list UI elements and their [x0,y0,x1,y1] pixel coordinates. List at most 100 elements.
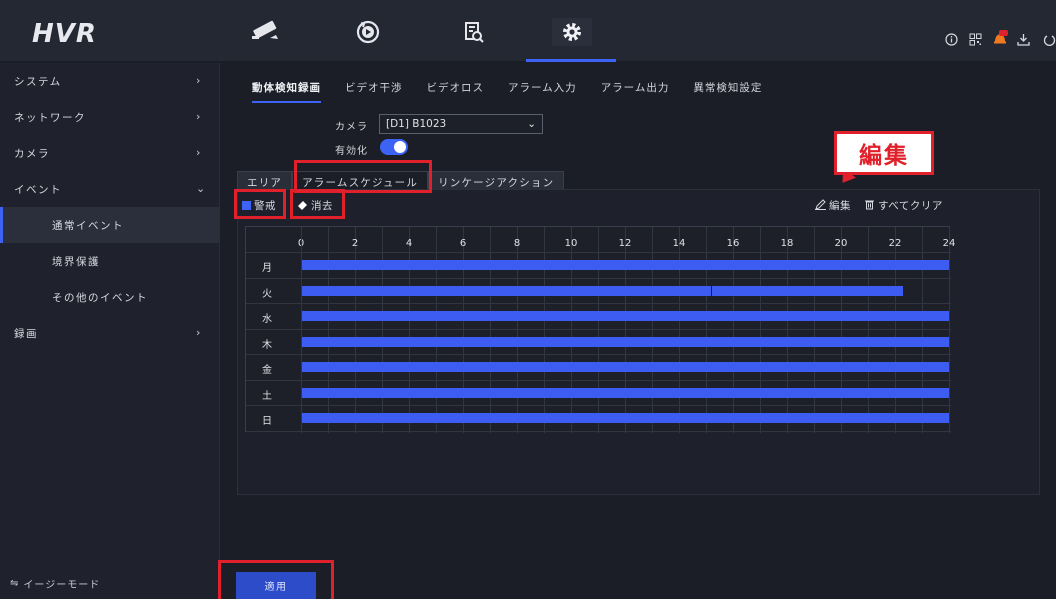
day-column-separator [301,227,302,433]
enable-toggle[interactable] [380,139,408,155]
tab-video-loss[interactable]: ビデオロス [427,80,485,103]
hour-tick-label: 18 [780,238,794,249]
chevron-down-icon: ⌄ [527,118,536,130]
swap-icon: ⇋ [10,578,20,589]
grid-hour-line [409,227,410,433]
camera-icon[interactable] [246,18,286,46]
alarm-notification-icon[interactable] [992,29,1008,45]
sidebar-item-event[interactable]: イベント ⌄ [0,171,220,207]
day-label: 木 [262,339,272,351]
grid-row-line [246,252,951,253]
schedule-bar-0[interactable] [301,260,949,270]
grid-hour-line [544,227,545,433]
schedule-bar-2[interactable] [301,311,949,321]
power-icon[interactable] [1042,32,1056,46]
day-label: 火 [262,288,272,300]
sidebar-item-label: イベント [14,183,62,196]
sidebar-item-system[interactable]: システム › [0,63,220,99]
day-label: 土 [262,390,272,402]
tab-alarm-input[interactable]: アラーム入力 [508,80,577,103]
active-nav-indicator [526,59,616,62]
hour-tick-label: 22 [888,238,902,249]
pencil-icon [815,198,826,213]
sidebar-item-other-events[interactable]: その他のイベント [0,279,220,315]
grid-hour-line [814,227,815,433]
schedule-grid[interactable]: 024681012141618202224月火水木金土日 [245,226,955,433]
clear-all-button[interactable]: すべてクリア [864,198,943,213]
highlight-erase-tool [290,189,345,219]
sidebar-item-label: システム [14,75,62,88]
subtab-linkage-action[interactable]: リンケージアクション [428,171,565,191]
sidebar-item-perimeter[interactable]: 境界保護 [0,243,220,279]
grid-row-line [246,328,951,330]
hour-tick-label: 2 [351,238,359,249]
sidebar-item-normal-event[interactable]: 通常イベント [0,207,220,243]
playback-icon[interactable] [348,18,388,46]
tab-alarm-output[interactable]: アラーム出力 [601,80,670,103]
schedule-bar-1[interactable] [712,285,904,296]
enable-label: 有効化 [335,146,368,157]
grid-row-line [246,354,951,355]
sidebar-item-recording[interactable]: 録画 › [0,315,220,351]
hour-tick-label: 20 [834,238,848,249]
sidebar-item-label: カメラ [14,147,50,160]
edit-label: 編集 [829,200,851,212]
settings-gear-icon[interactable] [552,18,592,46]
grid-hour-line [328,227,329,433]
hour-tick-label: 14 [672,238,686,249]
day-label: 水 [262,314,272,325]
tab-motion-detection[interactable]: 動体検知録画 [252,80,321,103]
sidebar: システム › ネットワーク › カメラ › イベント ⌄ 通常イベント 境界保護… [0,63,220,599]
hour-tick-label: 8 [513,238,521,249]
tab-exception[interactable]: 異常検知設定 [693,80,762,103]
schedule-bar-6[interactable] [301,413,949,423]
info-icon[interactable] [944,32,958,46]
grid-hour-line [355,227,356,433]
schedule-bar-3[interactable] [301,336,949,347]
chevron-right-icon: › [196,110,202,123]
sidebar-item-camera[interactable]: カメラ › [0,135,220,171]
hour-tick-label: 16 [726,238,740,249]
grid-hour-line [760,227,761,433]
grid-hour-line [922,227,923,433]
hour-tick-label: 24 [942,238,956,249]
grid-hour-line [490,227,491,433]
grid-row-line [246,430,951,432]
grid-hour-line [679,227,680,433]
subtab-area[interactable]: エリア [237,171,293,191]
easy-mode-label: イージーモード [23,580,101,591]
sidebar-item-label: 境界保護 [52,255,100,268]
grid-hour-line [787,227,788,433]
app-logo: HVR [32,19,97,49]
day-label: 金 [262,365,272,376]
grid-hour-line [463,227,464,433]
camera-select-value: [D1] B1023 [386,118,447,130]
hour-tick-label: 12 [618,238,632,249]
grid-hour-line [841,227,842,433]
schedule-bar-5[interactable] [301,387,949,398]
grid-row-line [246,405,951,406]
grid-row-line [246,303,951,304]
qr-code-icon[interactable] [968,32,982,46]
schedule-bar-1[interactable] [301,285,712,296]
tab-video-tampering[interactable]: ビデオ干渉 [345,80,403,103]
event-tabs: 動体検知録画 ビデオ干渉 ビデオロス アラーム入力 アラーム出力 異常検知設定 [252,80,786,103]
grid-hour-line [706,227,707,433]
grid-row-line [246,379,951,381]
chevron-right-icon: › [196,326,202,339]
hour-tick-label: 10 [564,238,578,249]
camera-select[interactable]: [D1] B1023 ⌄ [379,114,543,134]
grid-hour-line [382,227,383,433]
grid-hour-line [733,227,734,433]
clear-all-label: すべてクリア [878,200,943,212]
grid-hour-line [949,227,950,433]
edit-schedule-button[interactable]: 編集 [815,198,851,213]
search-file-icon[interactable] [454,18,494,46]
schedule-bar-4[interactable] [301,362,949,372]
sidebar-item-network[interactable]: ネットワーク › [0,99,220,135]
trash-icon [864,199,875,213]
grid-hour-line [625,227,626,433]
easy-mode-link[interactable]: ⇋ イージーモード [10,576,100,591]
camera-label: カメラ [335,122,368,133]
download-icon[interactable] [1016,32,1030,46]
